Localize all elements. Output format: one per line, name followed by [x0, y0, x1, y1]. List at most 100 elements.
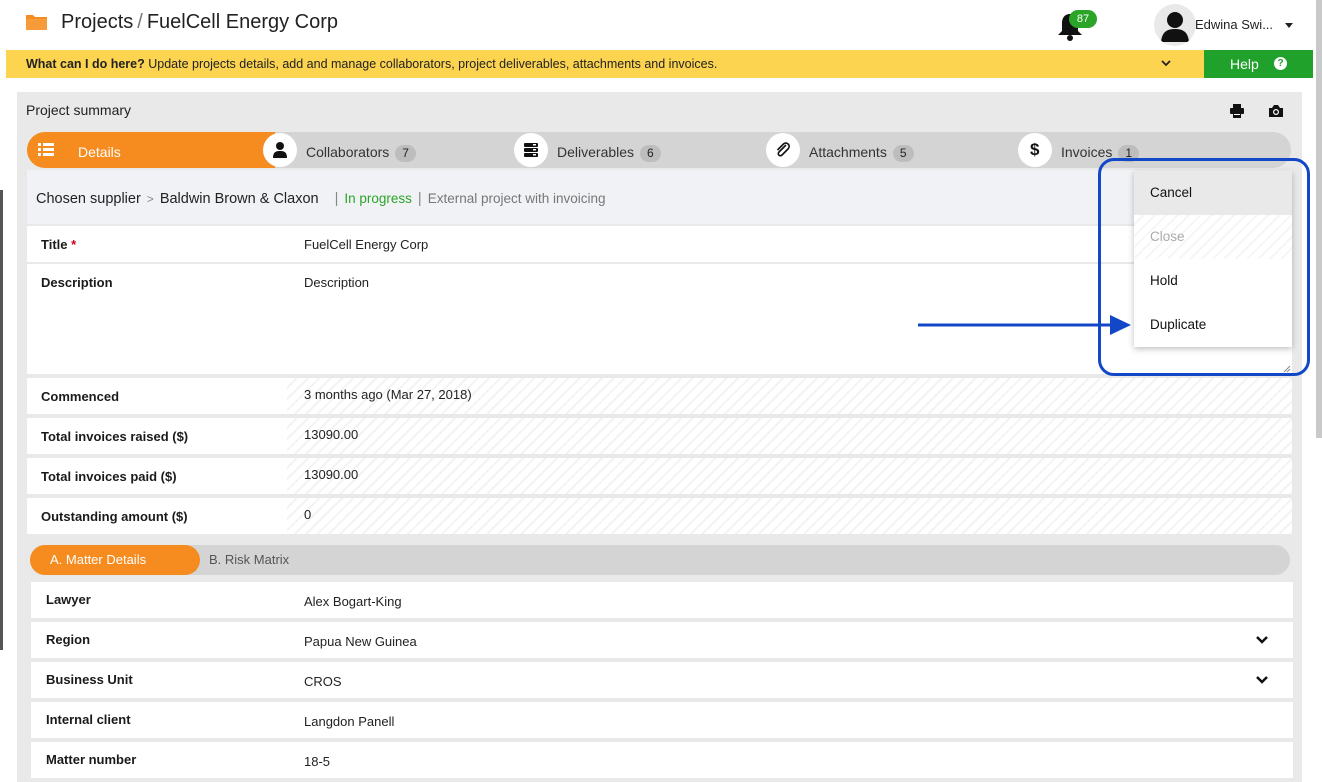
tab-collaborators-count: 7	[395, 145, 416, 162]
help-banner: What can I do here? Update projects deta…	[6, 50, 1204, 78]
readonly-value-area: 13090.00	[287, 418, 1292, 454]
internal-client-row: Internal client Langdon Panell	[31, 702, 1293, 738]
tab-attachments-count: 5	[892, 145, 914, 162]
avatar	[1154, 4, 1196, 46]
menu-item-close: Close	[1134, 215, 1292, 259]
title-row: Title * FuelCell Energy Corp	[27, 226, 1292, 262]
tab-deliverables-label: Deliverables	[557, 144, 635, 160]
region-select[interactable]: Papua New Guinea	[304, 634, 417, 649]
matter-number-row: Matter number 18-5	[31, 742, 1293, 778]
chevron-down-icon[interactable]	[1256, 635, 1268, 645]
title-label: Title *	[41, 237, 76, 252]
user-icon	[1161, 12, 1189, 42]
chevron-down-icon[interactable]	[1161, 58, 1171, 68]
internal-client-field[interactable]: Langdon Panell	[304, 714, 394, 729]
lawyer-row: Lawyer Alex Bogart-King	[31, 582, 1293, 618]
subtab-matter-details[interactable]: A. Matter Details	[30, 545, 200, 575]
help-banner-question: What can I do here?	[26, 57, 145, 71]
business-unit-label: Business Unit	[46, 672, 133, 687]
tab-icon-circle	[766, 133, 800, 167]
invoices-paid-label: Total invoices paid ($)	[41, 469, 177, 484]
folder-icon	[26, 15, 47, 30]
page-title: FuelCell Energy Corp	[146, 11, 339, 33]
supplier-row: Chosen supplier > Baldwin Brown & Claxon | I…	[27, 170, 1292, 224]
subtab-risk-matrix[interactable]: B. Risk Matrix	[209, 545, 289, 575]
supplier-label: Chosen supplier	[36, 191, 141, 207]
required-mark: *	[71, 237, 77, 252]
outstanding-row: Outstanding amount ($) 0	[27, 498, 1292, 534]
commenced-value: 3 months ago (Mar 27, 2018)	[304, 387, 472, 402]
scrollbar[interactable]	[1316, 0, 1322, 438]
lawyer-field[interactable]: Alex Bogart-King	[304, 594, 402, 609]
help-button[interactable]: Help ?	[1204, 50, 1313, 78]
left-edge-bar	[0, 190, 3, 650]
invoices-raised-value: 13090.00	[304, 427, 359, 442]
menu-item-hold[interactable]: Hold	[1134, 259, 1292, 303]
resize-grip-icon[interactable]	[1283, 365, 1291, 373]
business-unit-select[interactable]: CROS	[304, 674, 342, 689]
menu-item-cancel[interactable]: Cancel	[1134, 171, 1292, 215]
tab-icon-circle	[263, 133, 297, 167]
title-field[interactable]: FuelCell Energy Corp	[304, 237, 428, 252]
chevron-down-icon	[1285, 23, 1293, 28]
tab-deliverables-count: 6	[640, 145, 661, 162]
user-menu[interactable]: Edwina Swi...	[1154, 4, 1304, 46]
commenced-label: Commenced	[41, 389, 120, 404]
stack-icon	[524, 143, 538, 157]
readonly-value-area: 0	[287, 498, 1292, 534]
tab-details-label: Details	[78, 144, 121, 160]
help-button-label: Help	[1230, 56, 1259, 72]
outstanding-value: 0	[304, 507, 312, 522]
divider: |	[417, 191, 422, 207]
title-label-text: Title	[41, 237, 68, 252]
invoices-raised-row: Total invoices raised ($) 13090.00	[27, 418, 1292, 454]
breadcrumb-projects[interactable]: Projects	[61, 11, 133, 33]
notification-badge: 87	[1069, 10, 1097, 28]
list-icon	[38, 143, 54, 156]
camera-icon[interactable]	[1268, 104, 1284, 118]
commenced-row: Commenced 3 months ago (Mar 27, 2018)	[27, 378, 1292, 414]
invoices-paid-row: Total invoices paid ($) 13090.00	[27, 458, 1292, 494]
supplier-arrow: >	[146, 192, 154, 206]
readonly-value-area: 3 months ago (Mar 27, 2018)	[287, 378, 1292, 414]
tab-attachments-label: Attachments	[809, 144, 887, 160]
status-badge: In progress	[344, 191, 412, 206]
paperclip-icon	[776, 142, 790, 157]
invoices-paid-value: 13090.00	[304, 467, 359, 482]
tab-invoices-label: Invoices	[1061, 144, 1113, 160]
dollar-icon: $	[1030, 140, 1040, 159]
description-label: Description	[41, 275, 113, 290]
breadcrumb-separator: /	[137, 11, 143, 33]
tab-icon-circle: $	[1018, 133, 1052, 167]
user-name: Edwina Swi...	[1195, 17, 1274, 32]
region-row: Region Papua New Guinea	[31, 622, 1293, 658]
description-row: Description Description	[27, 264, 1292, 374]
chevron-down-icon[interactable]	[1256, 675, 1268, 685]
internal-client-label: Internal client	[46, 712, 131, 727]
supplier-name: Baldwin Brown & Claxon	[159, 191, 319, 207]
region-label: Region	[46, 632, 91, 647]
actions-dropdown-menu: Cancel Close Hold Duplicate	[1134, 171, 1292, 347]
description-textarea[interactable]: Description	[304, 275, 369, 290]
matter-number-label: Matter number	[46, 752, 137, 767]
business-unit-row: Business Unit CROS	[31, 662, 1293, 698]
tab-icon-circle	[514, 133, 548, 167]
tab-invoices-count: 1	[1118, 145, 1140, 162]
help-icon: ?	[1274, 57, 1287, 70]
top-bar: Projects / FuelCell Energy Corp 87 Edwina …	[0, 0, 1322, 50]
invoices-raised-label: Total invoices raised ($)	[41, 429, 189, 444]
tab-details[interactable]: Details	[27, 132, 275, 168]
person-icon	[273, 142, 287, 158]
matter-number-field[interactable]: 18-5	[304, 754, 330, 769]
project-type: External project with invoicing	[427, 191, 606, 206]
outstanding-label: Outstanding amount ($)	[41, 509, 188, 524]
lawyer-label: Lawyer	[46, 592, 91, 607]
tab-collaborators-label: Collaborators	[306, 144, 390, 160]
panel-title: Project summary	[26, 102, 132, 118]
help-banner-text: Update projects details, add and manage …	[144, 57, 718, 71]
readonly-value-area: 13090.00	[287, 458, 1292, 494]
divider: |	[334, 191, 339, 207]
breadcrumb: Projects / FuelCell Energy Corp	[61, 11, 338, 34]
menu-item-duplicate[interactable]: Duplicate	[1134, 303, 1292, 347]
print-icon[interactable]	[1229, 104, 1245, 118]
